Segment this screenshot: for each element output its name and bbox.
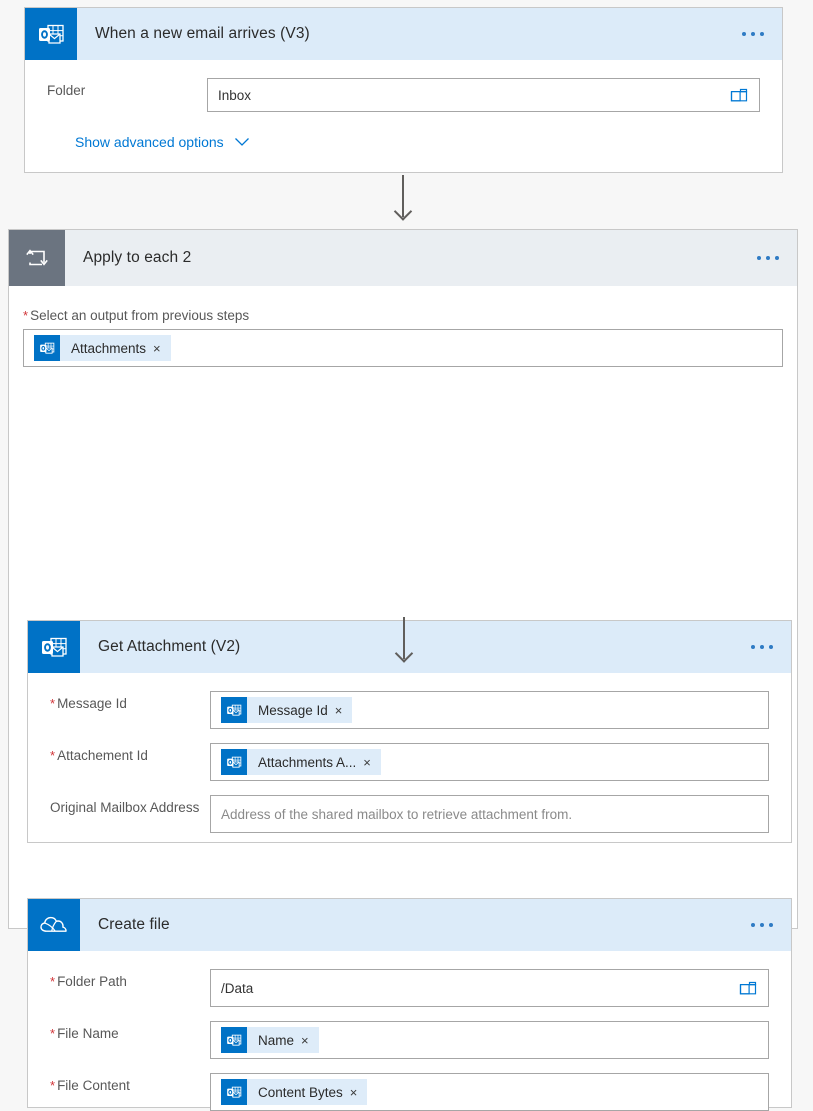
attachment-id-input[interactable]: Attachments A... × [210,743,769,781]
outlook-icon [34,335,60,361]
token-chip[interactable]: Attachments × [34,335,171,361]
apply-to-each-container[interactable]: Apply to each 2 * Select an output from p… [8,229,798,1111]
select-output-input[interactable]: Attachments × [23,329,783,367]
remove-token-icon[interactable]: × [301,1034,319,1047]
message-id-input[interactable]: Message Id × [210,691,769,729]
folder-path-row: * Folder Path /Data [28,951,791,1007]
apply-to-each-title: Apply to each 2 [83,249,192,266]
file-name-label: * File Name [50,1021,210,1042]
apply-to-each-select-section: * Select an output from previous steps A… [9,286,797,367]
more-options-icon[interactable] [757,256,779,260]
message-id-label: * Message Id [50,691,210,712]
chevron-down-icon [234,138,249,146]
create-file-card-header[interactable]: Create file [28,899,791,951]
file-name-input[interactable]: Name × [210,1021,769,1059]
outlook-icon [28,621,80,673]
folder-row: Folder Inbox [25,60,782,112]
create-file-card[interactable]: Create file * Folder Path /Data * File N… [27,898,792,1111]
token-chip-label: Message Id [258,702,328,718]
show-advanced-options-label: Show advanced options [75,134,224,150]
more-options-icon[interactable] [751,645,773,649]
remove-token-icon[interactable]: × [153,342,171,355]
folder-field: Inbox [207,78,760,112]
message-id-label-text: Message Id [57,696,127,711]
message-id-row: * Message Id Message Id × [28,673,791,729]
attachment-id-label-text: Attachement Id [57,748,148,763]
folder-path-input[interactable]: /Data [210,969,769,1007]
file-name-label-text: File Name [57,1026,119,1041]
advanced-options-row: Show advanced options [25,112,782,150]
outlook-icon [25,8,77,60]
attachment-id-field: Attachments A... × [210,743,769,781]
get-attachment-title: Get Attachment (V2) [98,638,241,655]
apply-to-each-header[interactable]: Apply to each 2 [9,230,797,286]
connector-arrow-trigger-to-loop [402,175,404,217]
token-chip[interactable]: Name × [221,1027,319,1053]
original-mailbox-placeholder: Address of the shared mailbox to retriev… [221,806,573,822]
required-asterisk: * [50,748,56,763]
token-chip[interactable]: Message Id × [221,697,353,723]
outlook-icon [221,1027,247,1053]
token-chip-label: Name [258,1032,295,1048]
folder-input[interactable]: Inbox [207,78,760,112]
show-advanced-options-link[interactable]: Show advanced options [75,134,250,150]
original-mailbox-label: Original Mailbox Address [50,800,200,815]
original-mailbox-input[interactable]: Address of the shared mailbox to retriev… [210,795,769,833]
token-chip-label: Content Bytes [258,1084,343,1100]
more-options-icon[interactable] [751,923,773,927]
remove-token-icon[interactable]: × [335,704,353,717]
trigger-card-header[interactable]: When a new email arrives (V3) [25,8,782,60]
folder-path-label-text: Folder Path [57,974,127,989]
required-asterisk: * [23,308,29,323]
file-content-row: * File Content Content Bytes × [28,1059,791,1111]
file-name-row: * File Name Name × [28,1007,791,1059]
original-mailbox-row: Original Mailbox Address Address of the … [28,781,791,833]
trigger-title: When a new email arrives (V3) [95,25,310,42]
token-chip-label: Attachments [71,340,147,356]
message-id-field: Message Id × [210,691,769,729]
file-content-field: Content Bytes × [210,1073,769,1111]
required-asterisk: * [50,696,56,711]
onedrive-icon [28,899,80,951]
remove-token-icon[interactable]: × [350,1086,368,1099]
trigger-card[interactable]: When a new email arrives (V3) Folder Inb… [24,7,783,173]
folder-path-label: * Folder Path [50,969,210,990]
loop-icon [9,230,65,286]
folder-label: Folder [47,83,86,98]
token-chip[interactable]: Content Bytes × [221,1079,368,1105]
original-mailbox-field: Address of the shared mailbox to retriev… [210,795,769,833]
token-chip[interactable]: Attachments A... × [221,749,381,775]
folder-picker-icon[interactable] [730,87,749,103]
get-attachment-card-header[interactable]: Get Attachment (V2) [28,621,791,673]
select-output-label: * Select an output from previous steps [23,308,783,323]
remove-token-icon[interactable]: × [363,756,381,769]
required-asterisk: * [50,1026,56,1041]
outlook-icon [221,749,247,775]
token-chip-label: Attachments A... [258,754,357,770]
connector-arrow-getattachment-to-createfile [403,617,405,659]
required-asterisk: * [50,1078,56,1093]
file-name-field: Name × [210,1021,769,1059]
folder-path-field: /Data [210,969,769,1007]
file-content-label: * File Content [50,1073,210,1094]
folder-picker-icon[interactable] [739,980,758,996]
select-output-label-text: Select an output from previous steps [30,308,250,323]
more-options-icon[interactable] [742,32,764,36]
folder-path-input-value: /Data [221,980,254,996]
get-attachment-card-body: * Message Id Message Id × * Attachement … [28,673,791,833]
outlook-icon [221,697,247,723]
folder-input-value: Inbox [218,87,252,103]
trigger-card-body: Folder Inbox Show advanced options [25,60,782,150]
outlook-icon [221,1079,247,1105]
create-file-card-body: * Folder Path /Data * File Name Name × *… [28,951,791,1111]
required-asterisk: * [50,974,56,989]
file-content-label-text: File Content [57,1078,130,1093]
file-content-input[interactable]: Content Bytes × [210,1073,769,1111]
attachment-id-label: * Attachement Id [50,743,210,764]
create-file-title: Create file [98,916,170,933]
attachment-id-row: * Attachement Id Attachments A... × [28,729,791,781]
